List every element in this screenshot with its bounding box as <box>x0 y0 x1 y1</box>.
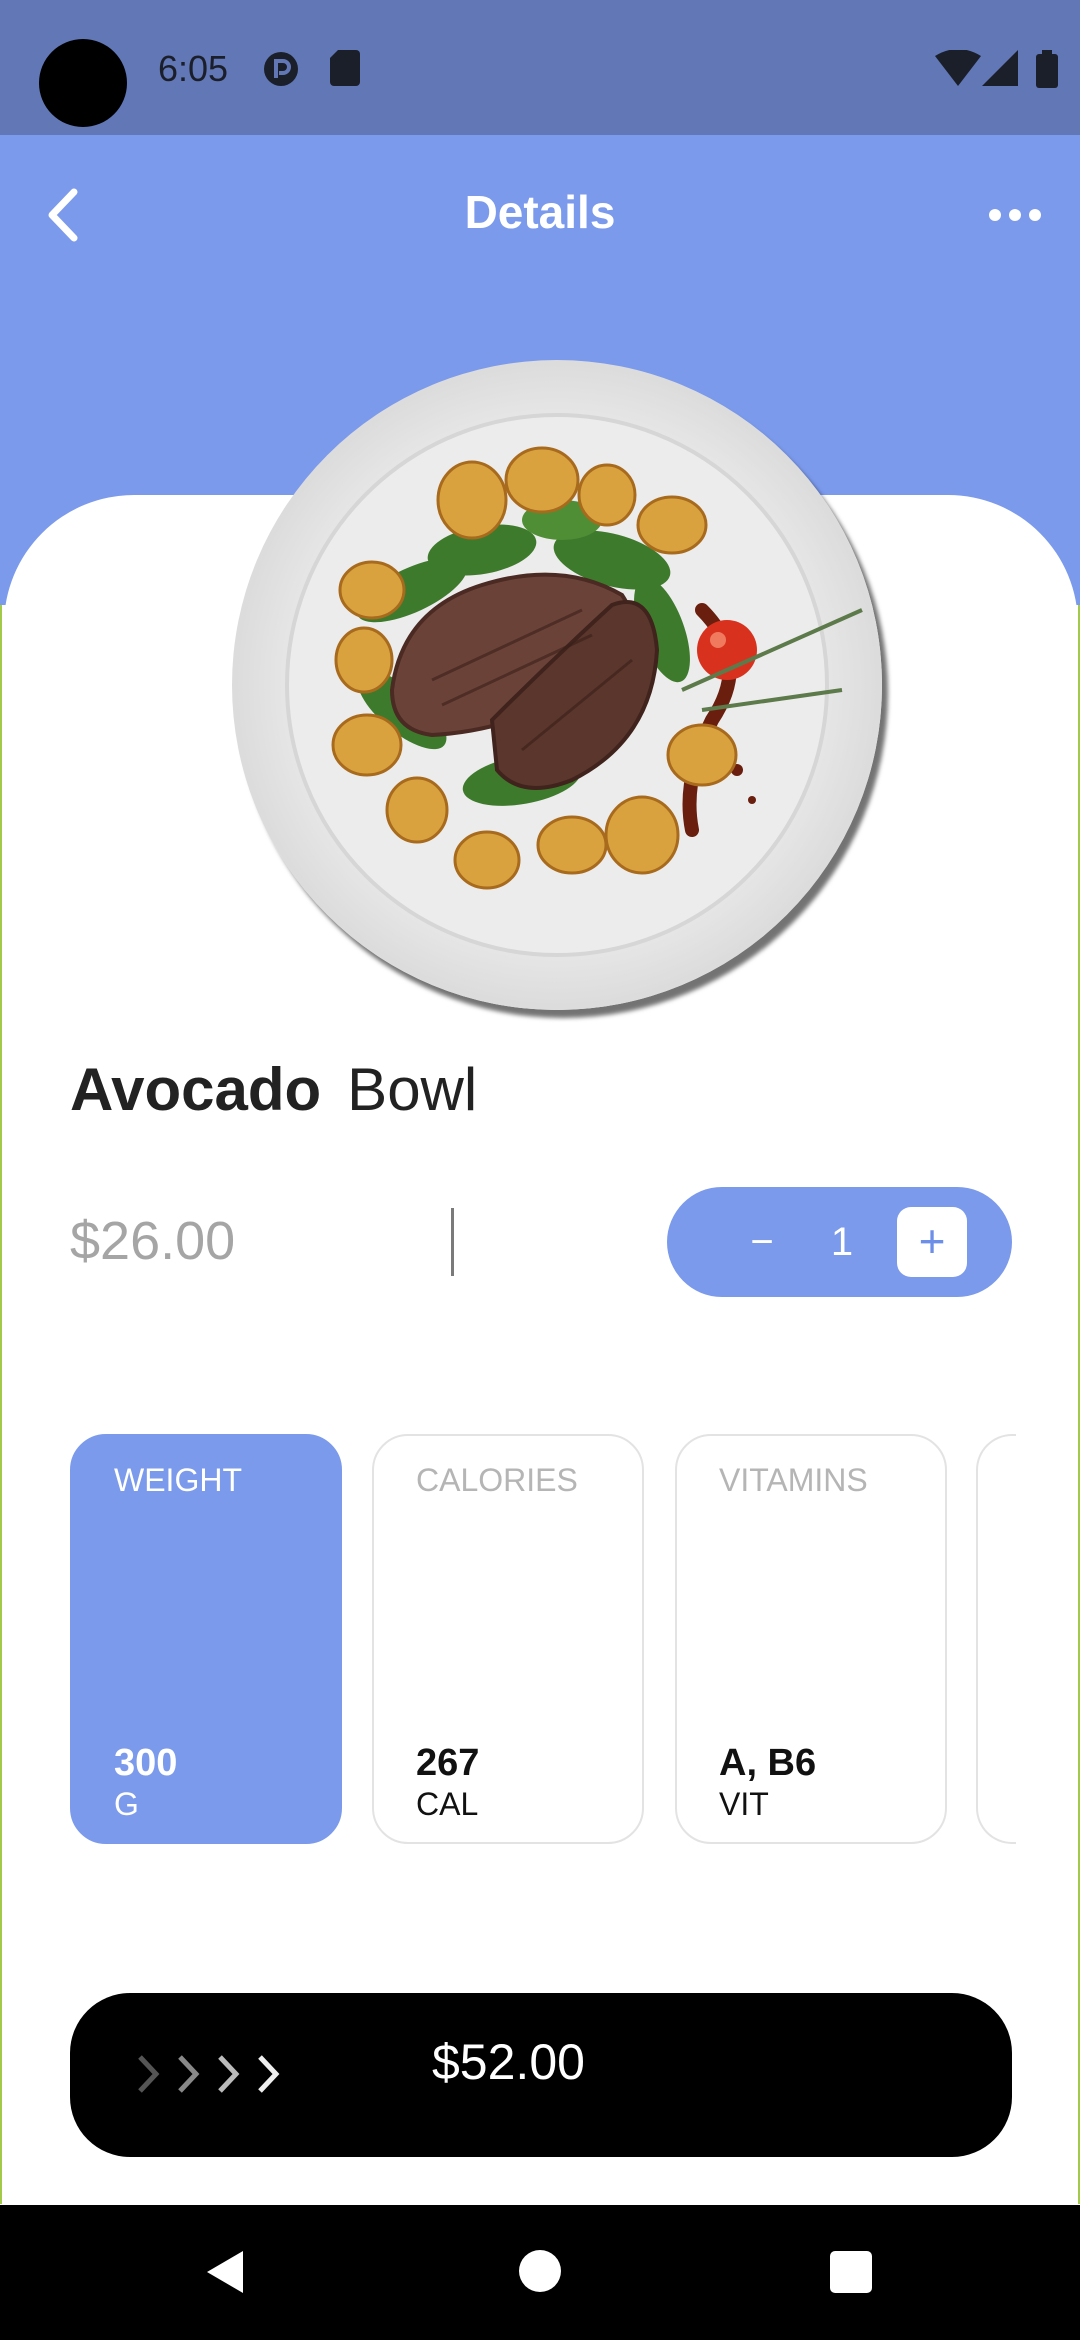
food-illustration <box>285 413 863 957</box>
checkout-button[interactable]: $52.00 <box>70 1993 1012 2157</box>
increase-button[interactable]: + <box>897 1207 967 1277</box>
nutrition-card-partial[interactable] <box>976 1434 1016 1844</box>
nutrition-card-weight[interactable]: WEIGHT 300 G <box>70 1434 342 1844</box>
card-value: 267 <box>416 1742 480 1784</box>
card-value: A, B6 <box>719 1742 817 1784</box>
wifi-icon <box>935 50 981 86</box>
sd-card-icon <box>330 50 360 86</box>
price-divider <box>451 1208 454 1276</box>
status-bar: 6:05 <box>0 0 1080 135</box>
quantity-value: 1 <box>830 1220 854 1264</box>
camera-cutout <box>39 39 127 127</box>
card-label: WEIGHT <box>114 1462 242 1498</box>
nav-recents-icon[interactable] <box>830 2251 872 2293</box>
checkout-total: $52.00 <box>432 2034 585 2090</box>
nav-home-icon[interactable] <box>518 2249 562 2293</box>
battery-icon <box>1036 50 1058 88</box>
chevrons-icon <box>138 2055 280 2093</box>
card-unit: CAL <box>416 1786 479 1822</box>
status-time: 6:05 <box>158 48 229 89</box>
card-unit: VIT <box>719 1786 769 1822</box>
more-dots-icon[interactable] <box>985 190 1045 240</box>
system-nav-bar <box>0 2205 1080 2340</box>
page-title: Details <box>464 186 616 238</box>
decrease-button[interactable]: − <box>727 1207 797 1277</box>
dish-name-bold: Avocado <box>70 1056 322 1123</box>
nav-back-icon[interactable] <box>203 2247 247 2297</box>
card-value: 300 <box>114 1742 178 1784</box>
dish-image <box>232 360 882 1010</box>
dish-price: $26.00 <box>70 1211 236 1271</box>
signal-icon <box>982 50 1018 86</box>
card-label: VITAMINS <box>719 1462 868 1498</box>
dish-name-rest: Bowl <box>347 1056 478 1123</box>
sync-icon <box>264 52 298 86</box>
dish-title: Avocado Bowl <box>70 1055 477 1124</box>
quantity-stepper: − 1 + <box>667 1187 1012 1297</box>
card-unit: G <box>114 1786 139 1822</box>
card-label: CALORIES <box>416 1462 578 1498</box>
nutrition-card-calories[interactable]: CALORIES 267 CAL <box>372 1434 644 1844</box>
nutrition-card-vitamins[interactable]: VITAMINS A, B6 VIT <box>675 1434 947 1844</box>
